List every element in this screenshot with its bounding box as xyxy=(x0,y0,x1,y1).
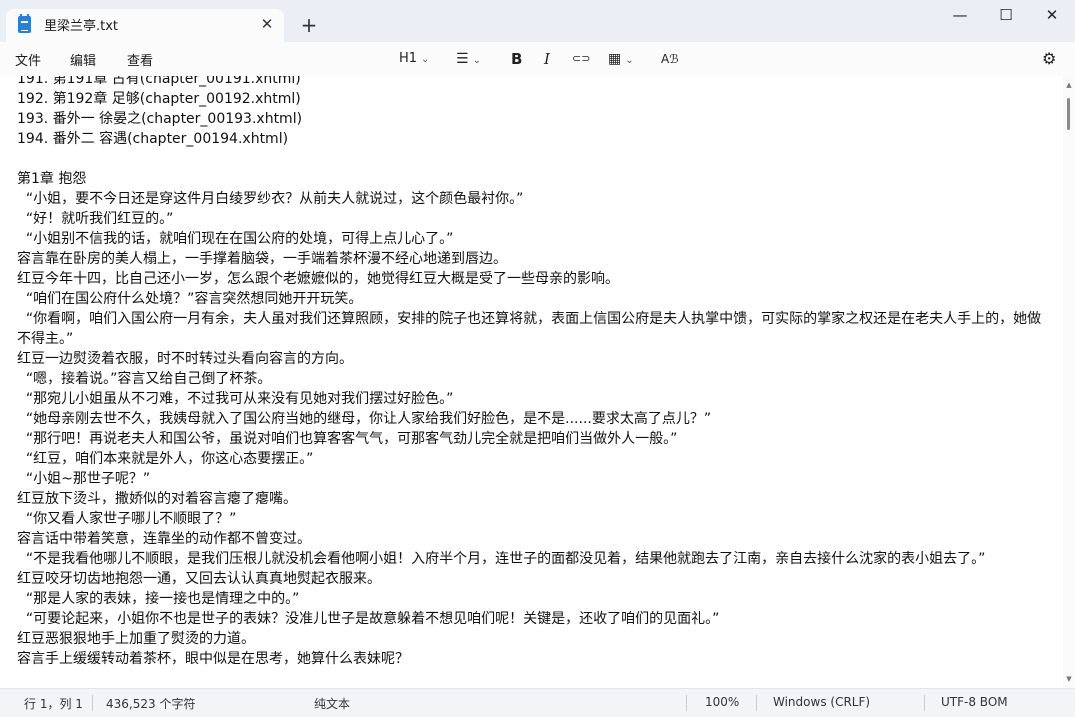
text-line: 红豆恶狠狠地手上加重了熨烫的力道。 xyxy=(17,631,255,647)
table-icon: ▦ xyxy=(608,51,622,67)
document-tab[interactable]: 里梁兰亭.txt ✕ xyxy=(6,9,284,42)
text-line: “那是人家的表妹，接一接也是情理之中的。” xyxy=(17,591,300,607)
settings-icon[interactable]: ⚙ xyxy=(1042,49,1056,69)
list-icon: ☰ xyxy=(456,51,469,67)
text-editor[interactable]: 191. 第191章 古有(chapter_00191.xhtml) 192. 第… xyxy=(0,76,1063,688)
new-tab-button[interactable]: + xyxy=(296,12,322,38)
italic-button[interactable]: I xyxy=(544,49,550,69)
text-line: “那宛儿小姐虽从不刁难，不过我可从来没有见她对我们摆过好脸色。” xyxy=(17,391,454,407)
notepad-app-icon xyxy=(18,14,31,33)
text-line: 红豆咬牙切齿地抱怨一通，又回去认认真真地熨起衣服来。 xyxy=(17,571,381,587)
link-icon[interactable]: ⊂⊃ xyxy=(572,49,590,69)
text-line: 红豆一边熨烫着衣服，时不时转过头看向容言的方向。 xyxy=(17,351,353,367)
text-line: “你看啊，咱们入国公府一月有余，夫人虽对我们还算照顾，安排的院子也还算将就，表面… xyxy=(17,311,1042,347)
text-line: “她母亲刚去世不久，我姨母就入了国公府当她的继母，你让人家给我们好脸色，是不是.… xyxy=(17,411,712,427)
scroll-up-icon[interactable]: ▲ xyxy=(1065,80,1073,90)
minimize-button[interactable]: — xyxy=(937,0,983,32)
document-text[interactable]: 191. 第191章 古有(chapter_00191.xhtml) 192. 第… xyxy=(17,76,1055,669)
text-line: 192. 第192章 足够(chapter_00192.xhtml) xyxy=(17,91,301,107)
text-line: 容言手上缓缓转动着茶杯，眼中似是在思考，她算什么表妹呢？ xyxy=(17,651,409,667)
menu-view[interactable]: 查看 xyxy=(127,50,153,69)
text-line: “嗯，接着说。”容言又给自己倒了杯茶。 xyxy=(17,371,272,387)
text-line: 第1章 抱怨 xyxy=(17,171,87,187)
zoom-level[interactable]: 100% xyxy=(705,695,739,709)
text-line: “可要论起来，小姐你不也是世子的表妹？没准儿世子是故意躲着不想见咱们呢！关键是，… xyxy=(17,611,720,627)
close-window-button[interactable]: ✕ xyxy=(1029,0,1075,32)
bold-button[interactable]: B xyxy=(511,49,522,69)
line-ending[interactable]: Windows (CRLF) xyxy=(773,695,870,709)
text-line: “小姐，要不今日还是穿这件月白绫罗纱衣？从前夫人就说过，这个颜色最衬你。” xyxy=(17,191,524,207)
heading-dropdown[interactable]: H1 ⌄ xyxy=(399,49,429,69)
cursor-position: 行 1，列 1 xyxy=(24,697,83,711)
status-bar: 行 1，列 1 436,523 个字符 纯文本 100% Windows (CR… xyxy=(0,688,1075,717)
text-line: “小姐别不信我的话，就咱们现在在国公府的处境，可得上点儿心了。” xyxy=(17,231,454,247)
menu-edit[interactable]: 编辑 xyxy=(70,50,96,69)
text-line: 193. 番外一 徐晏之(chapter_00193.xhtml) xyxy=(17,111,303,127)
scroll-down-icon[interactable]: ▼ xyxy=(1065,674,1073,684)
status-divider xyxy=(756,695,757,711)
status-divider xyxy=(92,695,93,711)
text-line: “咱们在国公府什么处境？”容言突然想同她开开玩笑。 xyxy=(17,291,363,307)
text-line: “不是我看他哪儿不顺眼，是我们压根儿就没机会看他啊小姐！入府半个月，连世子的面都… xyxy=(17,551,986,567)
scrollbar-thumb[interactable] xyxy=(1067,98,1070,130)
list-dropdown[interactable]: ☰ ⌄ xyxy=(456,49,481,69)
text-line xyxy=(17,149,1055,169)
text-line: “小姐~那世子呢？” xyxy=(17,471,151,487)
chevron-down-icon: ⌄ xyxy=(472,55,481,66)
heading-label: H1 xyxy=(399,51,418,66)
chevron-down-icon: ⌄ xyxy=(625,55,634,66)
character-count: 436,523 个字符 xyxy=(106,697,196,711)
text-line: 容言靠在卧房的美人榻上，一手撑着脑袋，一手端着茶杯漫不经心地递到唇边。 xyxy=(17,251,507,267)
text-line: “红豆，咱们本来就是外人，你这心态要摆正。” xyxy=(17,451,314,467)
text-line: “你又看人家世子哪儿不顺眼了？” xyxy=(17,511,237,527)
close-tab-icon[interactable]: ✕ xyxy=(256,13,278,35)
text-line: 191. 第191章 古有(chapter_00191.xhtml) xyxy=(17,76,301,87)
text-format[interactable]: 纯文本 xyxy=(314,695,350,712)
encoding[interactable]: UTF-8 BOM xyxy=(941,695,1008,709)
text-line: “那行吧！再说老夫人和国公爷，虽说对咱们也算客客气气，可那客气劲儿完全就是把咱们… xyxy=(17,431,678,447)
text-line: “好！就听我们红豆的。” xyxy=(17,211,174,227)
title-bar: 里梁兰亭.txt ✕ + — ☐ ✕ xyxy=(0,0,1075,42)
vertical-scrollbar[interactable]: ▲ ▼ xyxy=(1063,76,1075,688)
spellcheck-icon[interactable]: Aℬ xyxy=(661,49,679,69)
text-line: 容言话中带着笑意，连靠坐的动作都不曾变过。 xyxy=(17,531,311,547)
text-line: 红豆放下烫斗，撒娇似的对着容言瘪了瘪嘴。 xyxy=(17,491,297,507)
notepad-window: 里梁兰亭.txt ✕ + — ☐ ✕ 文件 编辑 查看 H1 ⌄ ☰ ⌄ B I ⊂… xyxy=(0,0,1075,717)
maximize-button[interactable]: ☐ xyxy=(983,0,1029,32)
menu-file[interactable]: 文件 xyxy=(15,50,41,69)
tab-title: 里梁兰亭.txt xyxy=(44,19,119,34)
status-divider xyxy=(924,695,925,711)
table-dropdown[interactable]: ▦ ⌄ xyxy=(608,49,634,69)
text-line: 红豆今年十四，比自己还小一岁，怎么跟个老嬷嬷似的，她觉得红豆大概是受了一些母亲的… xyxy=(17,271,619,287)
chevron-down-icon: ⌄ xyxy=(421,54,430,65)
text-line: 194. 番外二 容遇(chapter_00194.xhtml) xyxy=(17,131,289,147)
status-divider xyxy=(686,695,687,711)
menu-bar: 文件 编辑 查看 H1 ⌄ ☰ ⌄ B I ⊂⊃ ▦ ⌄ Aℬ ⚙ xyxy=(0,42,1075,76)
